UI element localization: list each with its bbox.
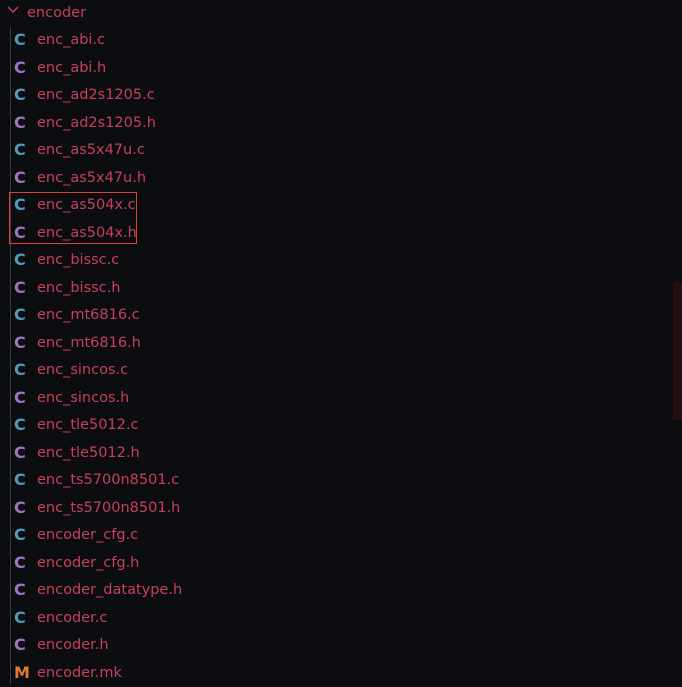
file-item[interactable]: Cenc_sincos.c bbox=[0, 357, 670, 384]
file-name: enc_as5x47u.c bbox=[37, 142, 145, 158]
file-name: enc_ts5700n8501.h bbox=[37, 499, 181, 516]
c-file-icon: C bbox=[14, 525, 26, 544]
folder-label: encoder bbox=[27, 5, 87, 21]
c-file-icon: C bbox=[14, 607, 26, 627]
file-name: enc_ad2s1205.h bbox=[37, 114, 156, 131]
file-item[interactable]: Mencoder.mk bbox=[0, 660, 670, 687]
c-header-icon: C bbox=[14, 57, 26, 77]
c-file-icon: C bbox=[14, 140, 26, 159]
file-item[interactable]: Cenc_abi.c bbox=[0, 27, 670, 54]
c-file-icon: C bbox=[14, 415, 26, 434]
file-name: enc_mt6816.c bbox=[37, 307, 140, 323]
file-item[interactable]: Cenc_bissc.h bbox=[0, 275, 670, 302]
makefile-icon: M bbox=[14, 662, 30, 682]
file-item[interactable]: Cenc_ad2s1205.c bbox=[0, 82, 670, 109]
file-item[interactable]: Cenc_tle5012.c bbox=[0, 412, 670, 439]
file-name: enc_abi.h bbox=[37, 59, 107, 76]
highlight-box bbox=[9, 192, 137, 244]
file-item[interactable]: Cencoder.c bbox=[0, 605, 670, 632]
file-item[interactable]: Cenc_ts5700n8501.h bbox=[0, 495, 670, 522]
c-header-icon: C bbox=[14, 580, 26, 599]
file-item[interactable]: Cencoder_cfg.h bbox=[0, 550, 670, 577]
c-header-icon: C bbox=[14, 277, 26, 297]
file-name: enc_ad2s1205.c bbox=[37, 87, 155, 103]
file-name: enc_bissc.c bbox=[37, 252, 120, 268]
c-file-icon: C bbox=[14, 470, 26, 489]
chevron-down-icon bbox=[7, 6, 19, 13]
file-name: enc_as5x47u.h bbox=[37, 169, 147, 186]
file-item[interactable]: Cenc_ad2s1205.h bbox=[0, 110, 670, 137]
file-name: encoder.c bbox=[37, 609, 108, 626]
file-item[interactable]: Cenc_sincos.h bbox=[0, 385, 670, 412]
file-item[interactable]: Cenc_mt6816.h bbox=[0, 330, 670, 357]
c-file-icon: C bbox=[14, 360, 26, 379]
scrollbar[interactable] bbox=[673, 282, 682, 420]
file-name: enc_tle5012.c bbox=[37, 417, 139, 433]
file-name: enc_ts5700n8501.c bbox=[37, 472, 180, 488]
c-file-icon: C bbox=[14, 85, 26, 104]
file-name: enc_sincos.c bbox=[37, 362, 129, 378]
c-file-icon: C bbox=[14, 30, 26, 49]
file-name: enc_mt6816.h bbox=[37, 334, 141, 351]
c-header-icon: C bbox=[14, 497, 26, 517]
c-header-icon: C bbox=[14, 442, 26, 462]
file-name: enc_abi.c bbox=[37, 32, 106, 48]
file-name: encoder_datatype.h bbox=[37, 582, 183, 598]
c-header-icon: C bbox=[14, 387, 26, 407]
c-header-icon: C bbox=[14, 167, 26, 187]
file-name: encoder.h bbox=[37, 637, 109, 653]
file-item[interactable]: Cenc_as5x47u.h bbox=[0, 165, 670, 192]
file-item[interactable]: Cenc_tle5012.h bbox=[0, 440, 670, 467]
file-name: encoder_cfg.h bbox=[37, 554, 140, 571]
file-item[interactable]: Cencoder_cfg.c bbox=[0, 522, 670, 549]
file-name: enc_tle5012.h bbox=[37, 444, 140, 461]
folder-encoder[interactable]: encoder bbox=[0, 0, 670, 26]
file-item[interactable]: Cenc_mt6816.c bbox=[0, 302, 670, 329]
c-header-icon: C bbox=[14, 635, 26, 654]
file-name: encoder_cfg.c bbox=[37, 527, 139, 543]
file-item[interactable]: Cenc_bissc.c bbox=[0, 247, 670, 274]
c-header-icon: C bbox=[14, 552, 26, 572]
file-item[interactable]: Cencoder.h bbox=[0, 632, 670, 659]
file-name: enc_sincos.h bbox=[37, 389, 130, 406]
file-name: encoder.mk bbox=[37, 664, 122, 681]
c-file-icon: C bbox=[14, 305, 26, 324]
file-item[interactable]: Cenc_as5x47u.c bbox=[0, 137, 670, 164]
c-file-icon: C bbox=[14, 250, 26, 269]
file-item[interactable]: Cencoder_datatype.h bbox=[0, 577, 670, 604]
file-item[interactable]: Cenc_ts5700n8501.c bbox=[0, 467, 670, 494]
c-header-icon: C bbox=[14, 332, 26, 352]
c-header-icon: C bbox=[14, 112, 26, 132]
file-name: enc_bissc.h bbox=[37, 279, 121, 296]
file-item[interactable]: Cenc_abi.h bbox=[0, 55, 670, 82]
